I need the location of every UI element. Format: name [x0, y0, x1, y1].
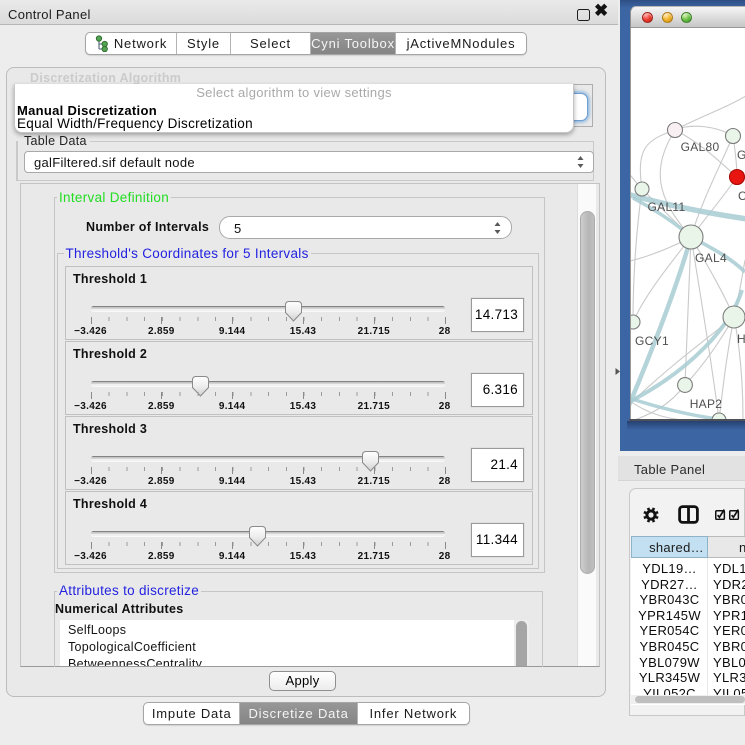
svg-text:GAL: GAL	[737, 148, 745, 162]
svg-text:CDC: CDC	[738, 189, 745, 203]
svg-text:GAL4: GAL4	[695, 251, 727, 265]
svg-text:GAL11: GAL11	[648, 200, 686, 214]
svg-text:GAL80: GAL80	[681, 140, 720, 154]
svg-text:HIS4: HIS4	[737, 332, 745, 346]
svg-text:HAP2: HAP2	[690, 397, 723, 411]
svg-text:GCY1: GCY1	[635, 334, 669, 348]
